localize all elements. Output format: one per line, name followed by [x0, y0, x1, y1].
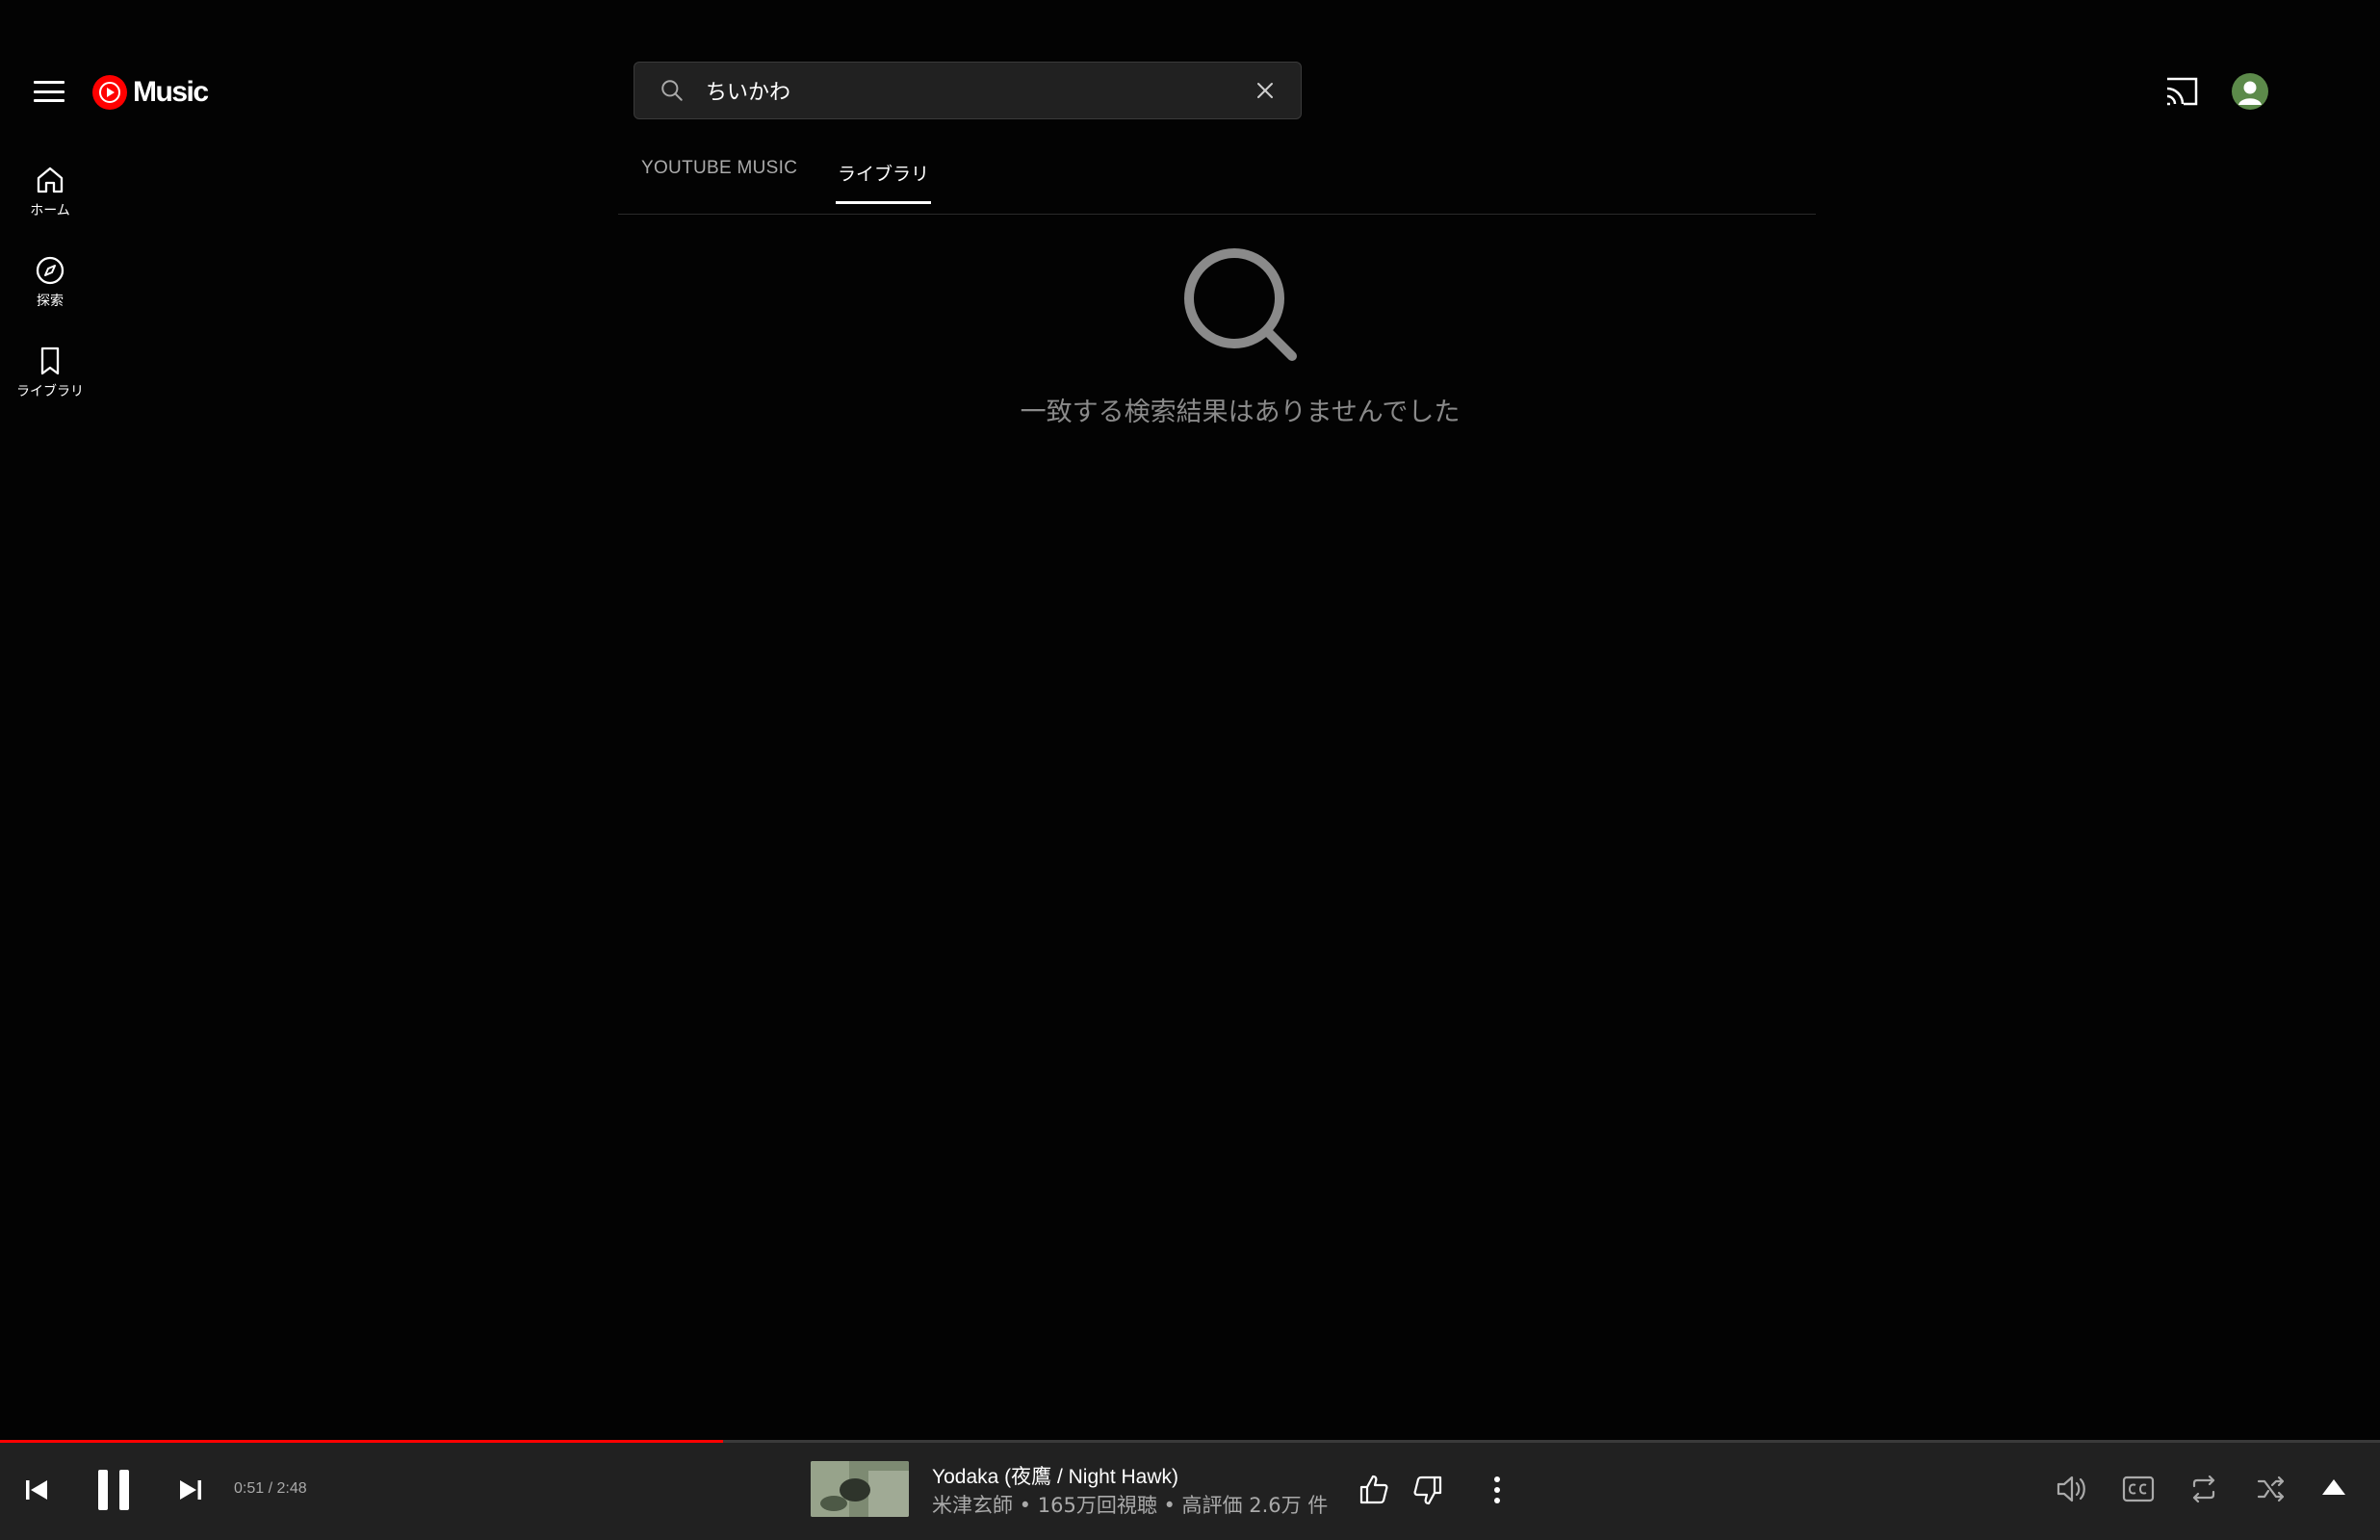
search-input[interactable]	[704, 77, 1255, 104]
menu-icon[interactable]	[34, 75, 65, 108]
player-bar: 0:51 / 2:48 Yodaka (夜鷹 / Night Hawk) 米津玄…	[0, 1440, 2380, 1540]
thumbs-down-icon[interactable]	[1411, 1475, 1444, 1507]
no-results-message: 一致する検索結果はありませんでした	[1020, 398, 1461, 427]
expand-player-icon[interactable]	[2320, 1476, 2347, 1498]
track-title[interactable]: Yodaka (夜鷹 / Night Hawk)	[932, 1461, 1178, 1490]
logo-text: Music	[133, 76, 209, 108]
previous-track-icon[interactable]	[23, 1476, 50, 1503]
progress-fill	[0, 1440, 724, 1443]
music-logo-icon	[92, 75, 127, 110]
search-bar[interactable]	[634, 62, 1302, 119]
tab-library[interactable]: ライブラリ	[836, 160, 932, 204]
volume-icon[interactable]	[2055, 1473, 2087, 1505]
cast-icon[interactable]	[2164, 75, 2201, 108]
repeat-icon[interactable]	[2187, 1473, 2220, 1505]
app-root: Music ホーム 探索	[0, 0, 2380, 1540]
compass-icon	[36, 256, 65, 285]
sidebar-item-explore[interactable]: 探索	[0, 254, 100, 310]
album-art-image	[811, 1461, 909, 1517]
tab-youtube-music[interactable]: YOUTUBE MUSIC	[641, 158, 797, 196]
user-avatar-icon	[2238, 81, 2262, 105]
captions-icon[interactable]	[2122, 1475, 2155, 1503]
clear-search-icon[interactable]	[1255, 80, 1276, 101]
bookmark-icon	[40, 346, 60, 375]
more-options-icon[interactable]	[1490, 1475, 1504, 1505]
search-icon	[1184, 248, 1297, 361]
progress-bar[interactable]	[0, 1440, 2380, 1443]
thumbs-up-icon[interactable]	[1358, 1473, 1390, 1505]
playback-time: 0:51 / 2:48	[234, 1480, 307, 1497]
search-icon	[661, 80, 683, 101]
avatar[interactable]	[2232, 73, 2268, 110]
next-track-icon[interactable]	[177, 1476, 204, 1503]
pause-icon[interactable]	[94, 1467, 133, 1513]
sidebar-item-label: 探索	[37, 294, 64, 309]
search-scope-tabs: YOUTUBE MUSIC ライブラリ	[618, 144, 1816, 215]
youtube-music-logo[interactable]: Music	[92, 73, 209, 112]
track-subtitle[interactable]: 米津玄師 • 165万回視聴 • 高評価 2.6万 件	[932, 1490, 1328, 1519]
track-thumbnail[interactable]	[811, 1461, 909, 1517]
home-icon	[37, 167, 64, 193]
sidebar-item-label: ホーム	[30, 203, 70, 218]
sidebar-item-home[interactable]: ホーム	[0, 164, 100, 219]
shuffle-icon[interactable]	[2255, 1473, 2288, 1505]
